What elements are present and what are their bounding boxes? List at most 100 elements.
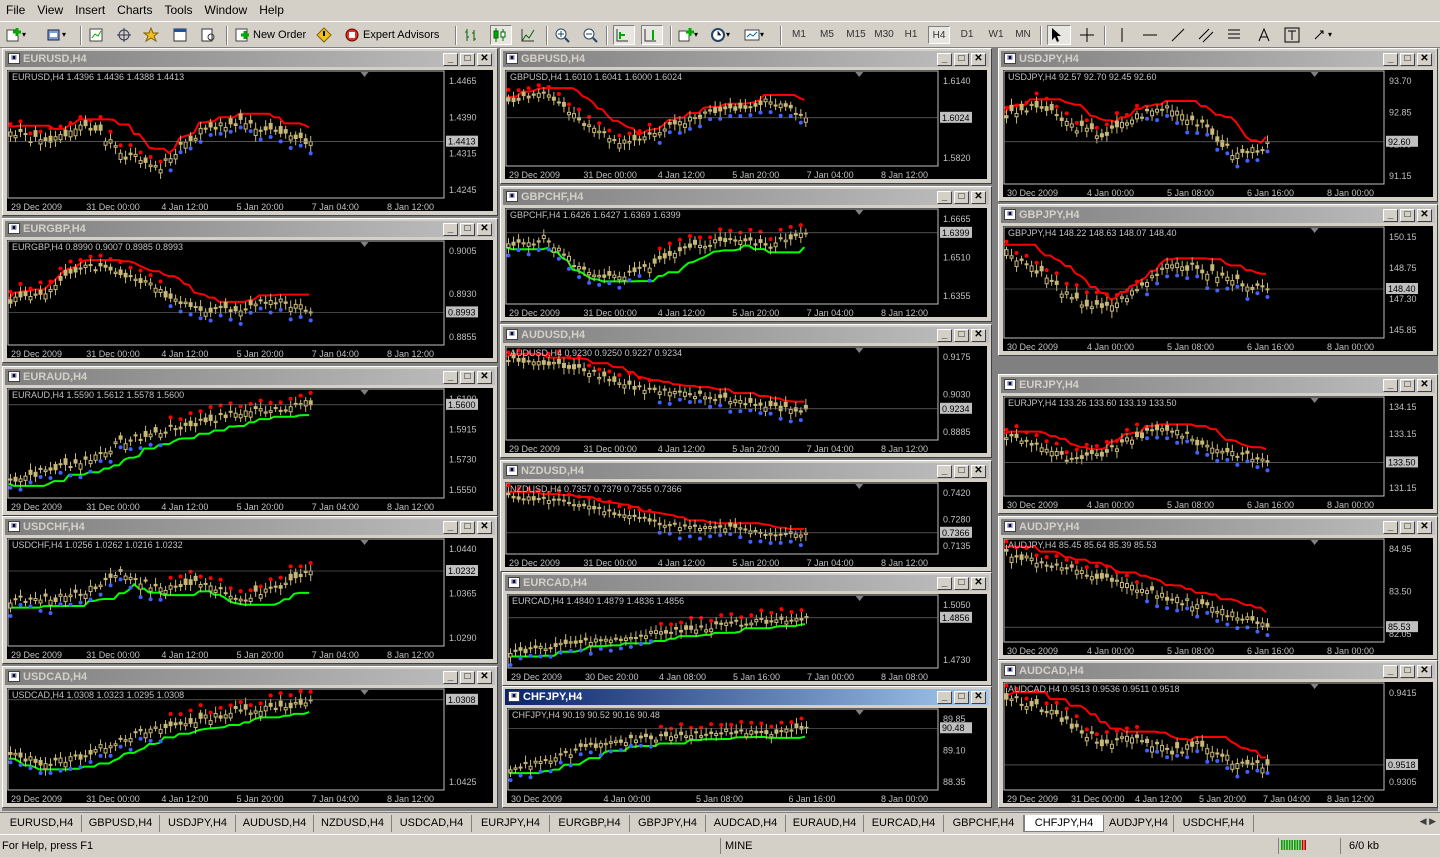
chart-window[interactable]: ▣ GBPUSD,H4 _ □ ✕ 1.61401.59801.58201.60…	[500, 48, 992, 184]
price-chart-euraud-h4[interactable]: 1.61001.59151.57301.55501.560029 Dec 200…	[7, 388, 493, 511]
minimize-button[interactable]: _	[1383, 209, 1398, 222]
metaeditor-button[interactable]	[316, 25, 336, 45]
chart-shift-marker[interactable]	[360, 242, 369, 247]
chart-window[interactable]: ▣ AUDJPY,H4 _ □ ✕ 84.95 83.50 82.05 85.53 30…	[998, 516, 1438, 660]
fibonacci-button[interactable]	[1226, 25, 1244, 45]
chart-shift-marker[interactable]	[1310, 72, 1319, 77]
price-chart-usdchf-h4[interactable]: 1.0440 1.0365 1.0290 1.0232 29 Dec 2009 31 De…	[7, 538, 493, 659]
maximize-button[interactable]: □	[954, 577, 969, 590]
close-button[interactable]: ✕	[1417, 665, 1432, 678]
close-button[interactable]: ✕	[971, 465, 986, 478]
chart-tab-usdcad-h4[interactable]: USDCAD,H4	[392, 815, 472, 832]
crosshair-button[interactable]	[1079, 25, 1097, 45]
chart-shift-marker[interactable]	[855, 348, 864, 353]
minimize-button[interactable]: _	[443, 371, 458, 384]
chart-window-title[interactable]: ▣ GBPUSD,H4 _ □ ✕	[503, 51, 989, 67]
chart-tab-eurgbp-h4[interactable]: EURGBP,H4	[550, 815, 630, 832]
chart-window[interactable]: ▣ GBPJPY,H4 _ □ ✕ 150.15 148.75 147.30 145.…	[998, 204, 1438, 356]
chart-window[interactable]: ▣ USDCAD,H4 _ □ ✕ 1.05651.04251.030829 D…	[2, 666, 498, 808]
chart-tab-audusd-h4[interactable]: AUDUSD,H4	[236, 815, 314, 832]
tf-h4-button[interactable]: H4	[928, 26, 950, 44]
maximize-button[interactable]: □	[954, 465, 969, 478]
chart-tab-gbpchf-h4[interactable]: GBPCHF,H4	[944, 815, 1024, 832]
tf-m5-button[interactable]: M5	[816, 26, 838, 44]
close-button[interactable]: ✕	[477, 53, 492, 66]
chart-shift-marker[interactable]	[855, 72, 864, 77]
chart-tab-gbpjpy-h4[interactable]: GBPJPY,H4	[630, 815, 706, 832]
candlestick-button[interactable]	[490, 25, 512, 45]
chart-window[interactable]: ▣ CHFJPY,H4 _ □ ✕ 89.85 89.10 88.35 90.48 30…	[502, 686, 992, 808]
channel-button[interactable]	[1198, 25, 1216, 45]
maximize-button[interactable]: □	[1400, 209, 1415, 222]
chart-shift-marker[interactable]	[855, 596, 864, 601]
templates-button[interactable]: ▾	[744, 25, 772, 45]
minimize-button[interactable]: _	[1383, 665, 1398, 678]
chart-window[interactable]: ▣ EURCAD,H4 _ □ ✕ 1.5050 1.4730 1.4856 29 D…	[502, 572, 992, 686]
chart-window-title[interactable]: ▣ EURCAD,H4 _ □ ✕	[505, 575, 989, 591]
cursor-button[interactable]	[1047, 25, 1071, 45]
price-chart-chfjpy-h4[interactable]: 89.85 89.10 88.35 90.48 30 Dec 2009 4 Jan 00:…	[507, 708, 987, 803]
minimize-button[interactable]: _	[937, 577, 952, 590]
chart-tab-eurusd-h4[interactable]: EURUSD,H4	[2, 815, 82, 832]
tf-m15-button[interactable]: M15	[843, 26, 869, 44]
price-chart-gbpusd-h4[interactable]: 1.61401.59801.58201.602429 Dec 200931 De…	[505, 70, 987, 179]
auto-scroll-button[interactable]	[613, 25, 635, 45]
chart-tab-eurcad-h4[interactable]: EURCAD,H4	[864, 815, 944, 832]
close-button[interactable]: ✕	[971, 53, 986, 66]
chart-tab-euraud-h4[interactable]: EURAUD,H4	[786, 815, 864, 832]
price-chart-eurjpy-h4[interactable]: 134.15133.15132.15131.15133.5030 Dec 200…	[1003, 396, 1433, 509]
tf-m30-button[interactable]: M30	[871, 26, 897, 44]
chart-window-title[interactable]: ▣ AUDJPY,H4 _ □ ✕	[1001, 519, 1435, 535]
new-chart-button[interactable]: ▾	[6, 25, 40, 45]
favorites-button[interactable]	[143, 25, 161, 45]
chart-window-title[interactable]: ▣ EURGBP,H4 _ □ ✕	[5, 221, 495, 237]
menu-charts[interactable]: Charts	[111, 0, 158, 19]
maximize-button[interactable]: □	[954, 191, 969, 204]
chart-shift-marker[interactable]	[1310, 228, 1319, 233]
maximize-button[interactable]: □	[954, 691, 969, 704]
expert-advisors-button[interactable]: Expert Advisors	[344, 25, 448, 45]
chart-window-title[interactable]: ▣ AUDCAD,H4 _ □ ✕	[1001, 663, 1435, 679]
chart-window[interactable]: ▣ NZDUSD,H4 _ □ ✕ 0.7420 0.7280 0.7135 0.73…	[500, 460, 992, 572]
menu-insert[interactable]: Insert	[69, 0, 111, 19]
chart-shift-marker[interactable]	[1310, 540, 1319, 545]
price-chart-usdjpy-h4[interactable]: 93.7092.8592.0091.1592.6030 Dec 20094 Ja…	[1003, 70, 1433, 197]
chart-window[interactable]: ▣ USDJPY,H4 _ □ ✕ 93.7092.8592.0091.1592…	[998, 48, 1438, 202]
chart-shift-marker[interactable]	[1310, 684, 1319, 689]
chart-window-title[interactable]: ▣ NZDUSD,H4 _ □ ✕	[503, 463, 989, 479]
maximize-button[interactable]: □	[1400, 53, 1415, 66]
tf-w1-button[interactable]: W1	[985, 26, 1007, 44]
chart-window[interactable]: ▣ AUDUSD,H4 _ □ ✕ 0.9175 0.9030 0.8885 0.92…	[500, 324, 992, 458]
market-watch-button[interactable]	[88, 25, 106, 45]
maximize-button[interactable]: □	[1400, 665, 1415, 678]
minimize-button[interactable]: _	[937, 329, 952, 342]
chart-window-title[interactable]: ▣ GBPJPY,H4 _ □ ✕	[1001, 207, 1435, 223]
trendline-button[interactable]	[1170, 25, 1186, 45]
minimize-button[interactable]: _	[443, 53, 458, 66]
close-button[interactable]: ✕	[477, 371, 492, 384]
maximize-button[interactable]: □	[460, 223, 475, 236]
maximize-button[interactable]: □	[460, 521, 475, 534]
close-button[interactable]: ✕	[1417, 53, 1432, 66]
price-chart-gbpchf-h4[interactable]: 1.6665 1.6510 1.6355 1.6399 29 Dec 2009 31 De…	[505, 208, 987, 317]
text-label-button[interactable]	[1284, 25, 1300, 45]
maximize-button[interactable]: □	[460, 671, 475, 684]
chart-window-title[interactable]: ▣ USDJPY,H4 _ □ ✕	[1001, 51, 1435, 67]
minimize-button[interactable]: _	[1383, 53, 1398, 66]
chart-window[interactable]: ▣ EURJPY,H4 _ □ ✕ 134.15133.15132.15131.…	[998, 374, 1438, 514]
indicators-button[interactable]: ▾	[678, 25, 706, 45]
vertical-line-button[interactable]	[1114, 25, 1130, 45]
arrows-button[interactable]: ▾	[1312, 25, 1338, 45]
maximize-button[interactable]: □	[954, 53, 969, 66]
zoom-in-button[interactable]	[554, 25, 572, 45]
chart-tab-usdchf-h4[interactable]: USDCHF,H4	[1174, 815, 1254, 832]
close-button[interactable]: ✕	[1417, 379, 1432, 392]
chart-shift-marker[interactable]	[855, 210, 864, 215]
chart-shift-marker[interactable]	[855, 484, 864, 489]
bar-chart-button[interactable]	[463, 25, 481, 45]
chart-shift-button[interactable]	[641, 25, 663, 45]
chart-window-title[interactable]: ▣ USDCHF,H4 _ □ ✕	[5, 519, 495, 535]
price-chart-usdcad-h4[interactable]: 1.05651.04251.030829 Dec 200931 Dec 00:0…	[7, 688, 493, 803]
line-chart-button[interactable]	[520, 25, 538, 45]
tab-scroll-arrows[interactable]: ◀ ▶	[1420, 816, 1436, 827]
